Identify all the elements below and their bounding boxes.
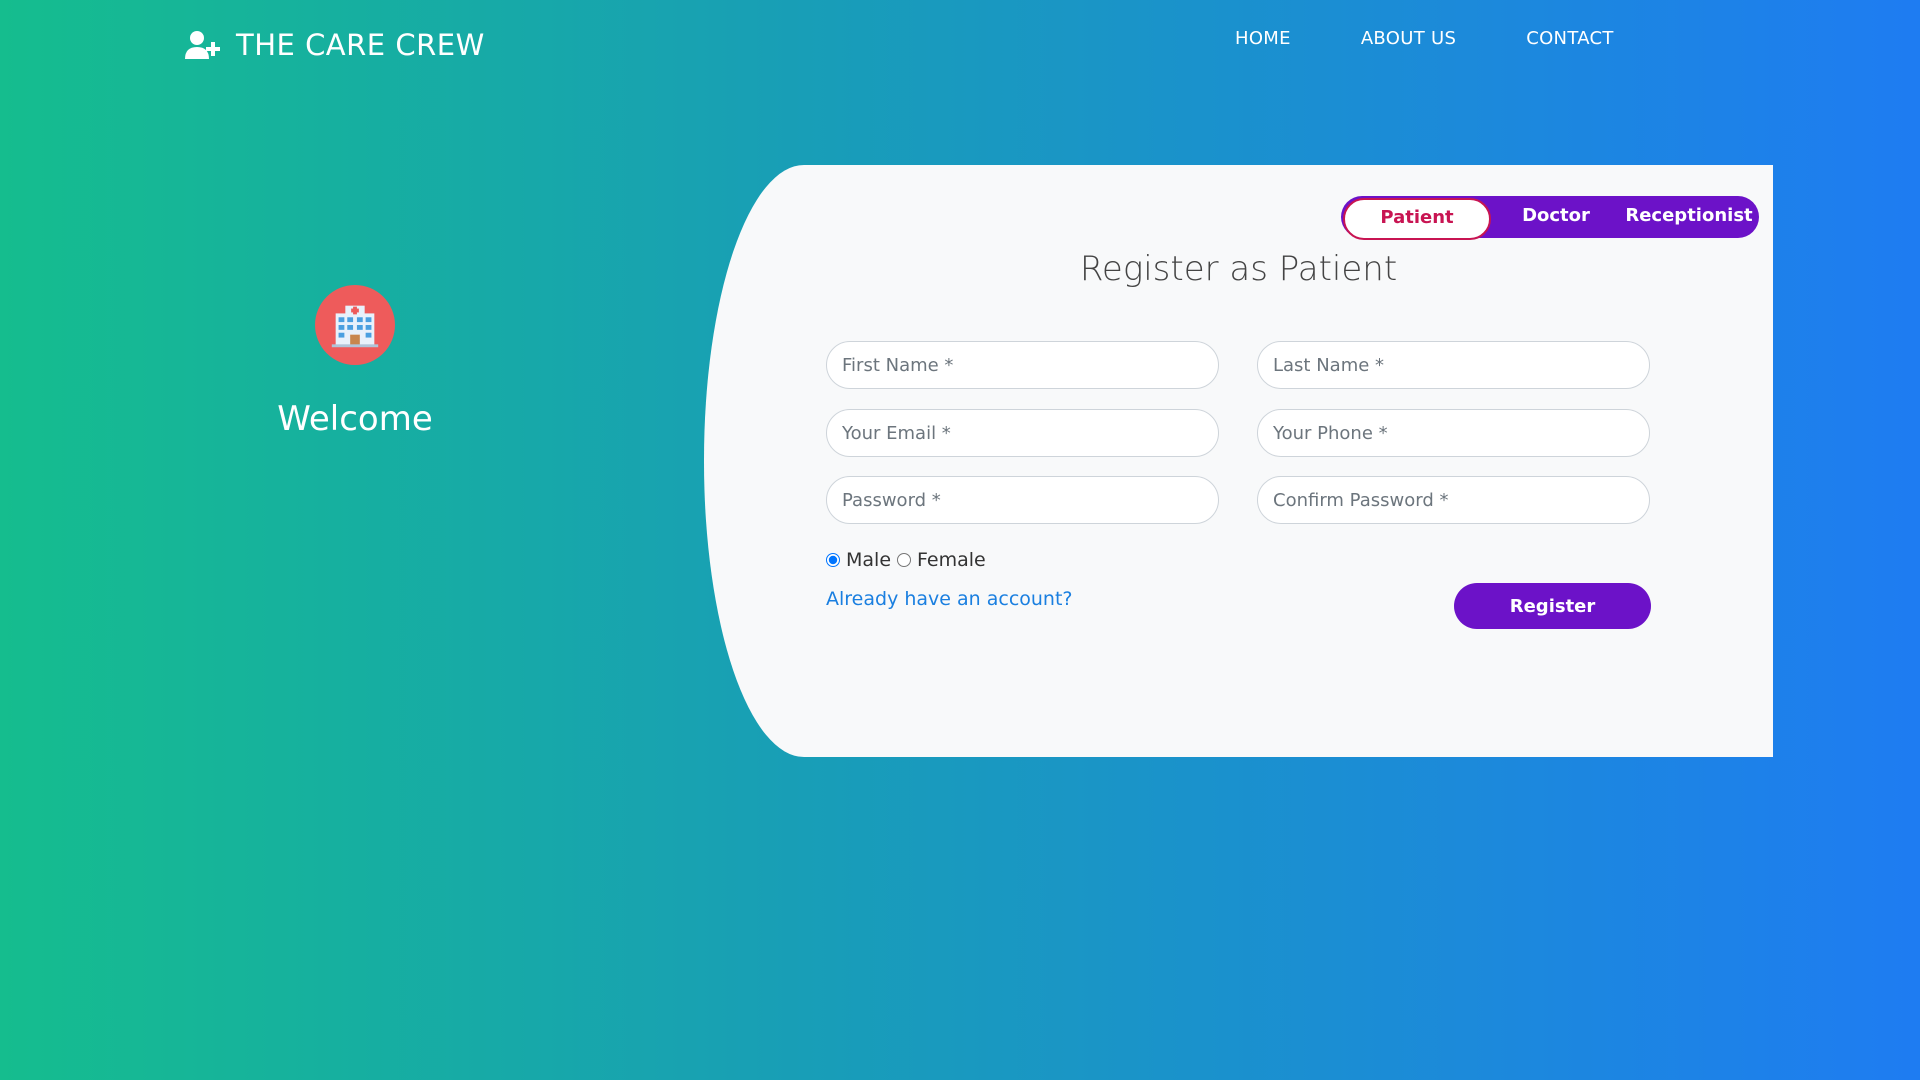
nav-home[interactable]: HOME: [1235, 28, 1291, 49]
nav-contact[interactable]: CONTACT: [1526, 28, 1613, 49]
female-radio[interactable]: [897, 553, 912, 567]
password-input[interactable]: [826, 476, 1219, 524]
female-label: Female: [917, 549, 986, 571]
phone-input[interactable]: [1257, 409, 1650, 457]
email-input[interactable]: [826, 409, 1219, 457]
confirm-password-input[interactable]: [1257, 476, 1650, 524]
hospital-icon: [315, 285, 395, 365]
brand[interactable]: THE CARE CREW: [184, 28, 485, 62]
welcome-panel: Welcome: [230, 285, 480, 439]
form-title: Register as Patient: [1079, 249, 1398, 289]
tab-receptionist[interactable]: Receptionist: [1624, 196, 1754, 238]
role-toggle: Patient Doctor Receptionist: [1341, 196, 1759, 240]
last-name-input[interactable]: [1257, 341, 1650, 389]
tab-patient[interactable]: Patient: [1343, 198, 1491, 240]
first-name-input[interactable]: [826, 341, 1219, 389]
male-radio[interactable]: [826, 553, 840, 567]
welcome-text: Welcome: [277, 399, 433, 439]
register-card: Patient Doctor Receptionist Register as …: [704, 165, 1773, 757]
main-nav: HOME ABOUT US CONTACT: [1235, 28, 1614, 49]
tab-doctor[interactable]: Doctor: [1516, 196, 1596, 238]
male-label: Male: [846, 549, 892, 571]
nav-about[interactable]: ABOUT US: [1361, 28, 1456, 49]
gender-group: Male Female: [826, 549, 992, 571]
register-button[interactable]: Register: [1454, 583, 1651, 629]
user-plus-icon: [185, 31, 220, 59]
login-link[interactable]: Already have an account?: [826, 588, 1073, 610]
brand-title: THE CARE CREW: [236, 28, 485, 62]
